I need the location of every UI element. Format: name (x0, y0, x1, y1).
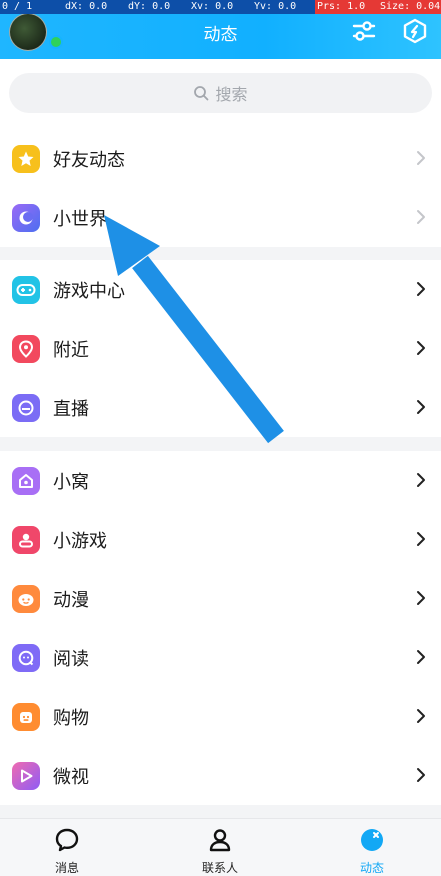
menu-group-social: 好友动态 小世界 (0, 129, 441, 247)
debug-pressure: Prs: 1.0 (315, 0, 378, 14)
nav-tab-dynamic[interactable]: 动态 (312, 819, 432, 876)
menu-item-label: 阅读 (53, 648, 89, 669)
menu-item-label: 直播 (53, 398, 89, 419)
dynamic-star-icon (361, 829, 383, 851)
menu-item-label: 游戏中心 (53, 280, 125, 301)
menu-item-label: 小游戏 (53, 530, 107, 551)
nav-label: 消息 (54, 861, 79, 875)
nav-tab-contacts[interactable]: 联系人 (160, 819, 280, 876)
menu-item-live[interactable]: 直播 (0, 378, 441, 437)
menu-item-nearby[interactable]: 附近 (0, 319, 441, 378)
search-icon (194, 86, 209, 101)
reading-icon (12, 643, 40, 672)
live-icon (12, 393, 40, 422)
cartoon-face-icon (12, 584, 40, 613)
nav-label: 联系人 (201, 861, 238, 875)
nav-label: 动态 (359, 861, 384, 875)
menu-item-game-center[interactable]: 游戏中心 (0, 260, 441, 319)
debug-size: Size: 0.04 (378, 0, 441, 14)
joystick-icon (12, 525, 40, 554)
menu-item-shopping[interactable]: 购物 (0, 687, 441, 746)
menu-item-label: 购物 (53, 707, 89, 728)
home-icon (12, 466, 40, 495)
menu-group-discover: 游戏中心 附近 直播 (0, 260, 441, 437)
nav-tab-messages[interactable]: 消息 (7, 819, 127, 876)
filter-settings-icon[interactable] (351, 18, 377, 44)
search-section: 搜索 (0, 59, 441, 129)
menu-item-friend-moments[interactable]: 好友动态 (0, 129, 441, 188)
chevron-right-icon (417, 282, 425, 296)
menu-item-nest[interactable]: 小窝 (0, 451, 441, 510)
search-input[interactable]: 搜索 (9, 73, 432, 113)
chevron-right-icon (417, 151, 425, 165)
person-icon (209, 829, 231, 852)
menu-item-reading[interactable]: 阅读 (0, 628, 441, 687)
chevron-right-icon (417, 709, 425, 723)
star-icon (12, 144, 40, 173)
debug-dx: dX: 0.0 (65, 1, 108, 12)
chevron-right-icon (417, 210, 425, 224)
debug-dy: dY: 0.0 (128, 1, 171, 12)
chevron-right-icon (417, 400, 425, 414)
menu-item-mini-games[interactable]: 小游戏 (0, 510, 441, 569)
debug-yv: Yv: 0.0 (254, 1, 297, 12)
moon-icon (12, 203, 40, 232)
debug-pointer-bar: 0 / 1 dX: 0.0 dY: 0.0 Xv: 0.0 Yv: 0.0 Pr… (0, 0, 441, 14)
chevron-right-icon (417, 532, 425, 546)
menu-item-anime[interactable]: 动漫 (0, 569, 441, 628)
menu-item-label: 好友动态 (53, 149, 125, 170)
chevron-right-icon (417, 591, 425, 605)
chevron-right-icon (417, 341, 425, 355)
chevron-right-icon (417, 768, 425, 782)
menu-item-label: 动漫 (53, 589, 89, 610)
menu-item-label: 小窝 (53, 471, 89, 492)
menu-item-label: 微视 (53, 766, 89, 787)
chevron-right-icon (417, 650, 425, 664)
debug-xv: Xv: 0.0 (191, 1, 234, 12)
menu-item-label: 小世界 (53, 208, 107, 229)
search-placeholder: 搜索 (215, 85, 248, 104)
bottom-navigation: 消息 联系人 动态 (0, 818, 441, 876)
debug-pointer-count: 0 / 1 (2, 1, 33, 12)
menu-item-label: 附近 (53, 339, 89, 360)
chevron-right-icon (417, 473, 425, 487)
menu-item-weishi[interactable]: 微视 (0, 746, 441, 805)
menu-item-small-world[interactable]: 小世界 (0, 188, 441, 247)
shopping-icon (12, 702, 40, 731)
hexagon-shield-icon[interactable] (402, 18, 428, 44)
location-icon (12, 334, 40, 363)
video-play-icon (12, 761, 40, 790)
menu-group-apps: 小窝 小游戏 动漫 阅读 购物 微视 (0, 451, 441, 805)
chat-bubble-icon (55, 828, 79, 852)
gamepad-icon (12, 275, 40, 304)
